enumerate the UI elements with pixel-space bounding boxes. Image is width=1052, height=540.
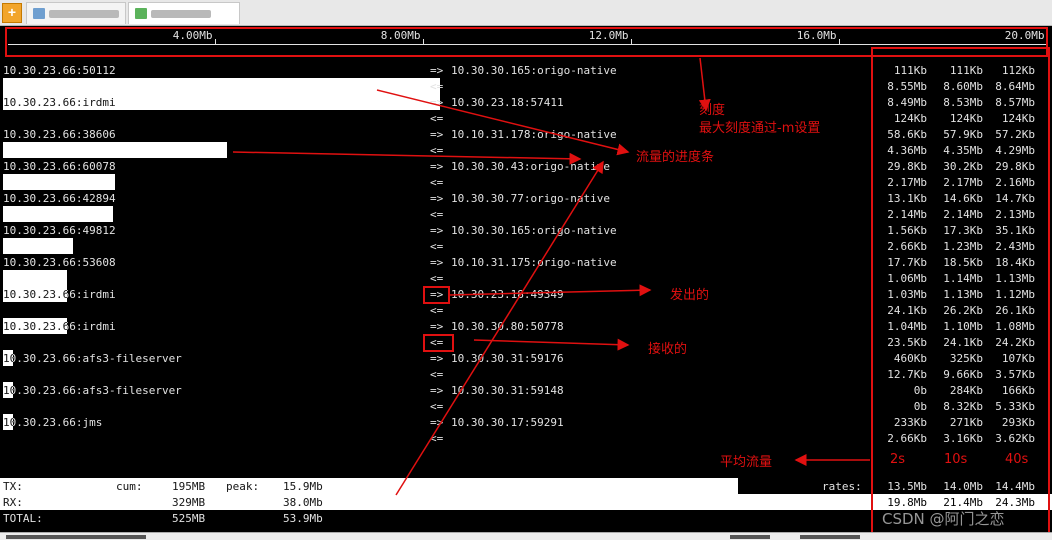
cum-label: cum: [116,480,143,493]
destination-host: 10.30.30.165:origo-native [451,224,617,237]
received-arrow: <= [430,368,444,381]
sent-arrow: => [430,128,444,141]
destination-host: 10.30.23.18:57411 [451,96,564,109]
source-host: 10.30.23.66:irdmi [3,320,116,333]
total-cum: 525MB [172,512,206,525]
scale-annotation-title: 刻度 [699,103,726,118]
tab-session-2[interactable] [128,2,240,24]
tab-session-1[interactable] [26,2,126,24]
tx-cum: 195MB [172,480,206,493]
rx-cum: 329MB [172,496,206,509]
destination-host: 10.30.30.77:origo-native [451,192,610,205]
source-host: 10.30.23.66:irdmi [3,288,116,301]
received-arrow: <= [430,272,444,285]
destination-host: 10.30.30.31:59148 [451,384,564,397]
received-arrow: <= [430,80,444,93]
received-arrow: <= [430,144,444,157]
destination-host: 10.10.31.178:origo-native [451,128,617,141]
source-host: 10.30.23.66:60078 [3,160,116,173]
traffic-bar [3,142,227,158]
destination-host: 10.30.30.17:59291 [451,416,564,429]
sent-arrow: => [430,256,444,269]
tx-label: TX: [3,480,23,493]
destination-host: 10.10.31.175:origo-native [451,256,617,269]
peak-label: peak: [226,480,260,493]
source-host: 10.30.23.66:jms [3,416,103,429]
column-2s-annotation: 2s [890,452,906,467]
sent-arrow: => [430,96,444,109]
traffic-bar [3,238,73,254]
received-arrow-box [423,334,454,352]
sent-arrow: => [430,224,444,237]
sent-arrow-box [423,286,450,304]
destination-host: 10.30.30.80:50778 [451,320,564,333]
traffic-bar [3,270,68,286]
tx-peak: 15.9Mb [283,480,323,493]
progress-bar-annotation: 流量的进度条 [636,150,715,165]
received-arrow: <= [430,400,444,413]
source-host: 10.30.23.66:afs3-fileserver [3,352,182,365]
source-host: 10.30.23.66:50112 [3,64,116,77]
sent-arrow: => [430,416,444,429]
rx-label: RX: [3,496,23,509]
rx-peak: 38.0Mb [283,496,323,509]
received-arrow: <= [430,112,444,125]
source-host: 10.30.23.66:49812 [3,224,116,237]
sent-annotation: 发出的 [670,288,710,303]
destination-host: 10.30.30.43:origo-native [451,160,610,173]
traffic-bar [3,78,440,94]
tab-label-blurred [49,10,119,18]
monitor-icon [33,8,45,19]
source-host: 10.30.23.66:53608 [3,256,116,269]
total-label: TOTAL: [3,512,43,525]
sent-arrow: => [430,192,444,205]
average-annotation: 平均流量 [720,455,773,470]
sent-arrow: => [430,64,444,77]
destination-host: 10.30.30.31:59176 [451,352,564,365]
scale-annotation-note: 最大刻度通过-m设置 [699,121,821,136]
received-arrow: <= [430,240,444,253]
received-arrow: <= [430,432,444,445]
total-peak: 53.9Mb [283,512,323,525]
status-text [6,535,146,539]
status-field [800,535,860,539]
sent-arrow: => [430,384,444,397]
sent-arrow: => [430,320,444,333]
source-host: 10.30.23.66:42894 [3,192,116,205]
destination-host: 10.30.23.18:49349 [451,288,564,301]
tx-total-bar [0,478,738,494]
monitor-icon [135,8,147,19]
rates-label: rates: [822,480,862,493]
source-host: 10.30.23.66:afs3-fileserver [3,384,182,397]
traffic-bar [3,174,116,190]
received-arrow: <= [430,208,444,221]
sent-arrow: => [430,160,444,173]
column-10s-annotation: 10s [944,452,968,467]
source-host: 10.30.23.66:irdmi [3,96,116,109]
received-arrow: <= [430,304,444,317]
destination-host: 10.30.30.165:origo-native [451,64,617,77]
source-host: 10.30.23.66:38606 [3,128,116,141]
received-annotation: 接收的 [648,342,688,357]
status-field [730,535,770,539]
tab-bar: + [0,0,1052,26]
column-40s-annotation: 40s [1005,452,1029,467]
traffic-bar [3,206,114,222]
watermark: CSDN @阿门之恋 [882,510,1005,528]
sent-arrow: => [430,352,444,365]
received-arrow: <= [430,176,444,189]
tab-label-blurred [151,10,211,18]
new-tab-button[interactable]: + [2,3,22,23]
